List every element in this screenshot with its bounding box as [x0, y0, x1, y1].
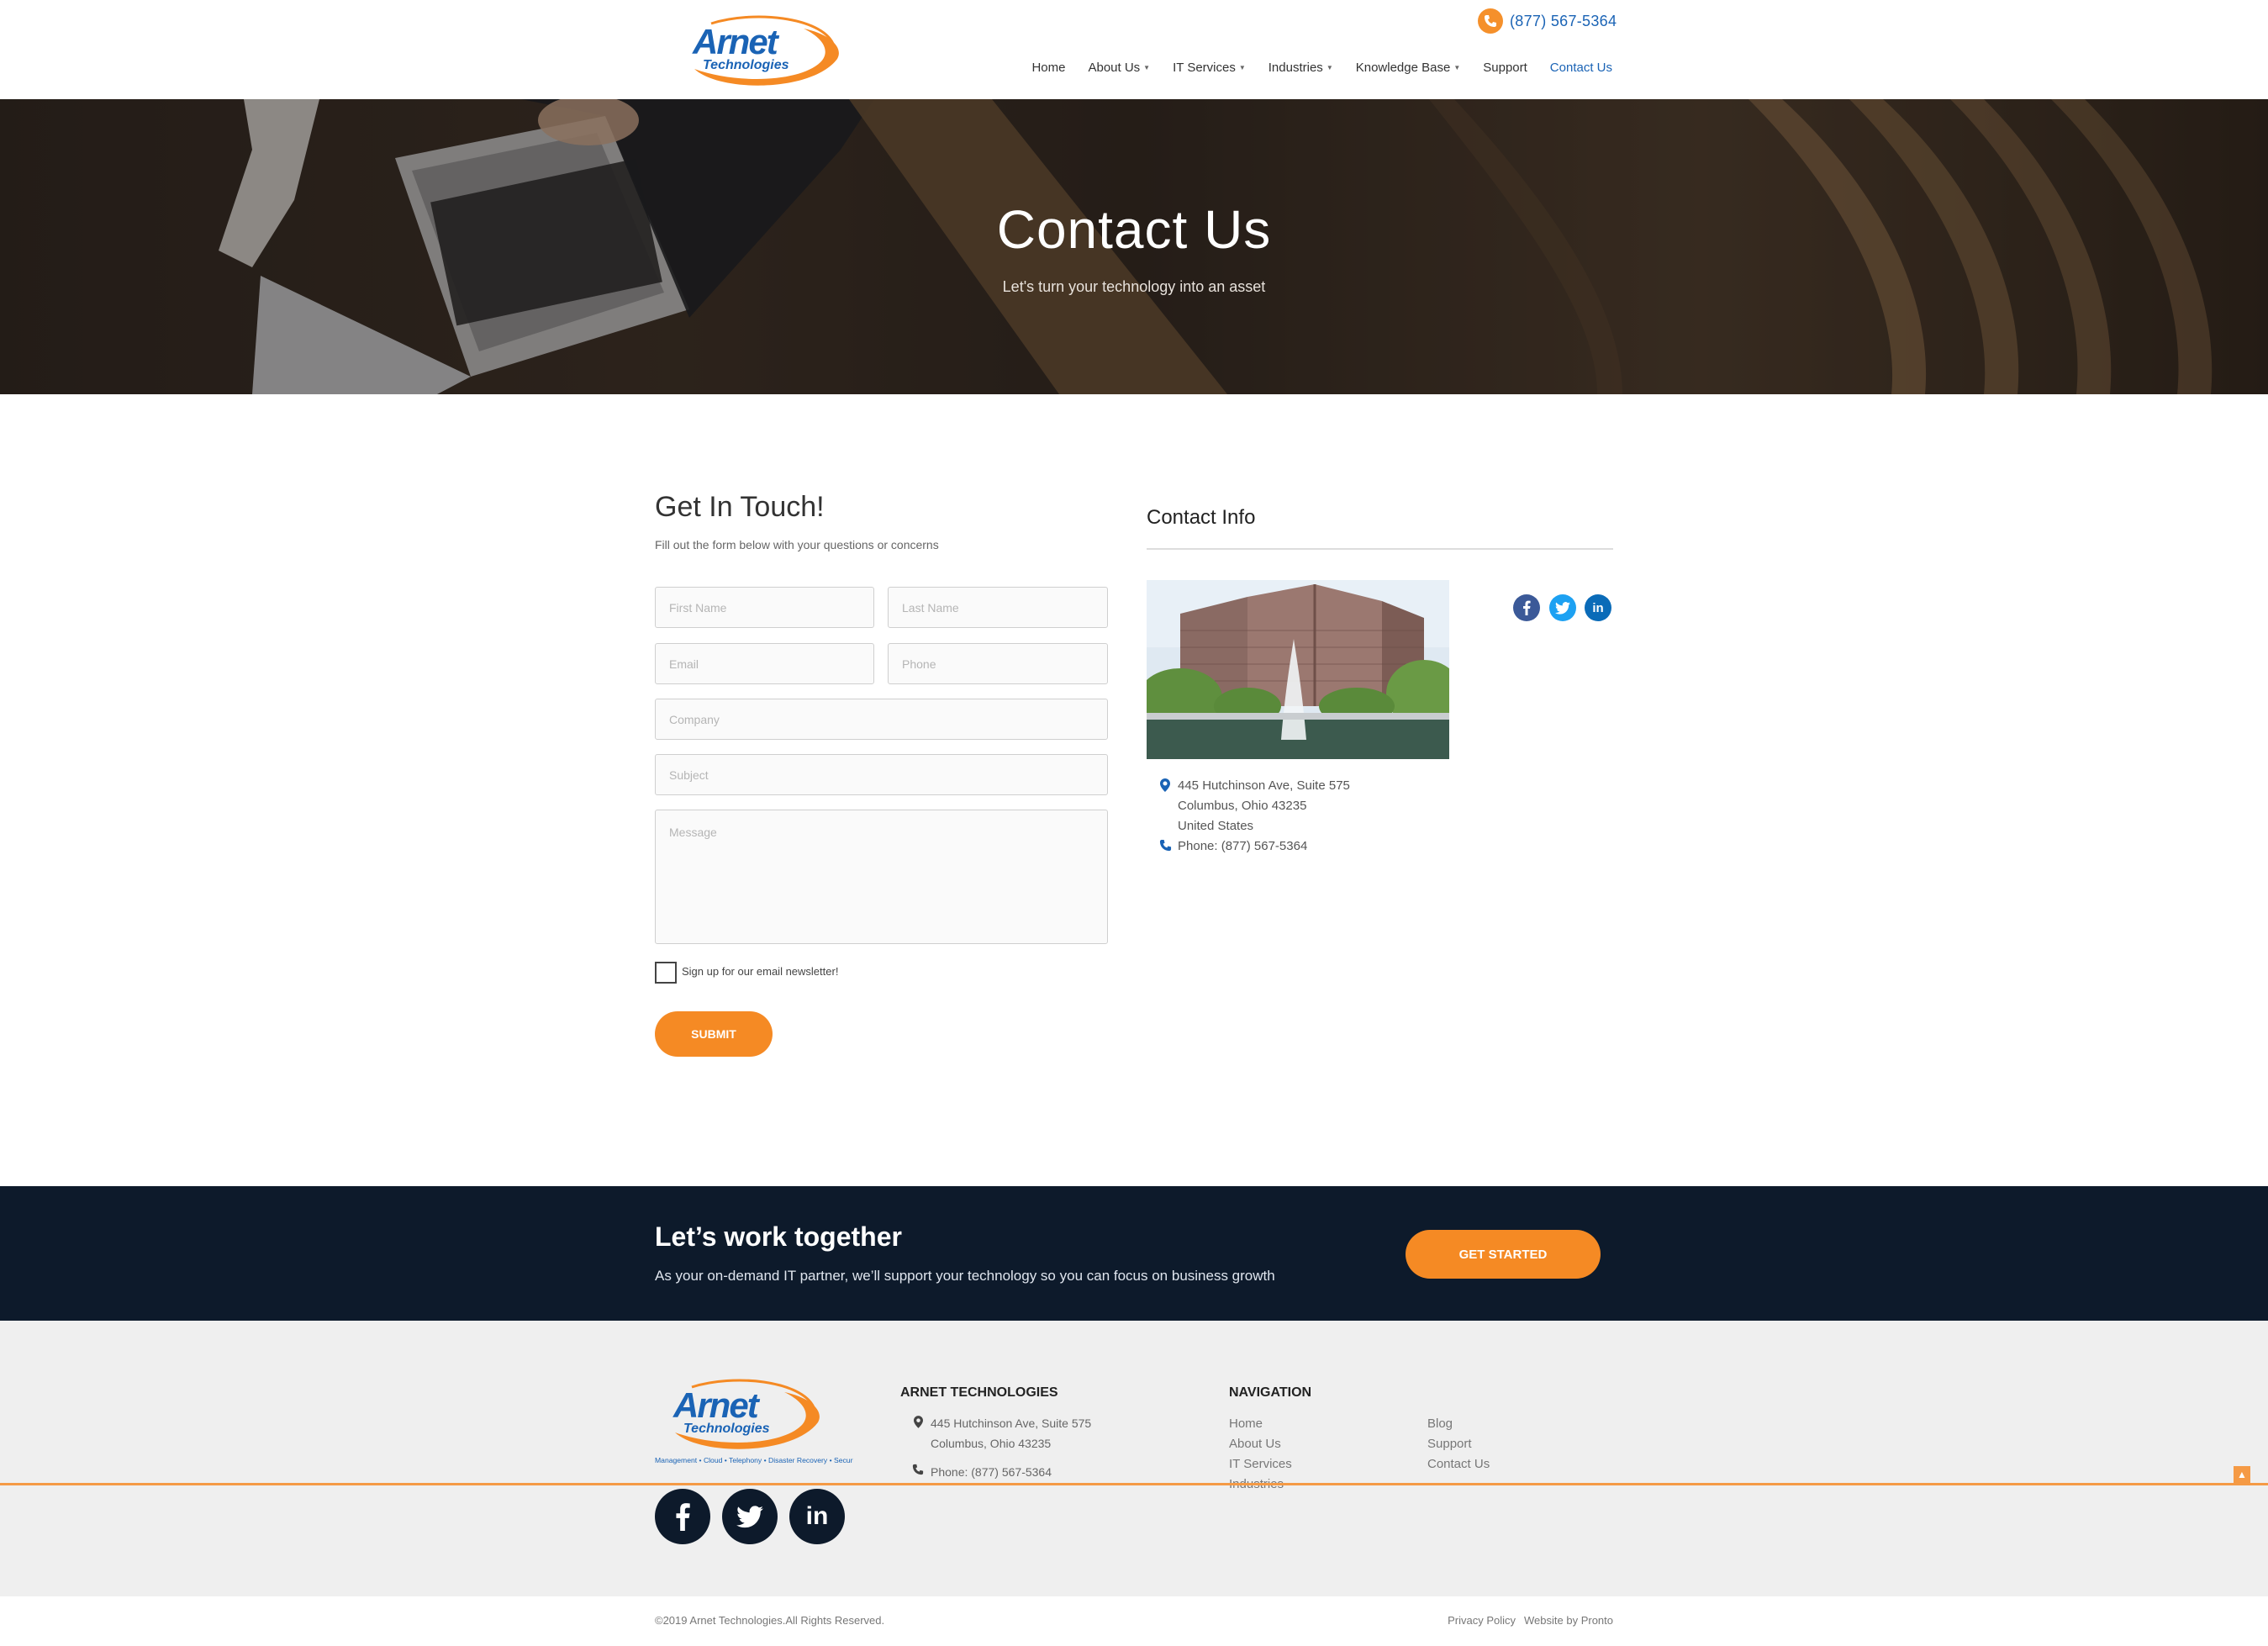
copyright-text: ©2019 Arnet Technologies.All Rights Rese…: [655, 1614, 885, 1627]
nav-item-knowledge-base[interactable]: Knowledge Base ▼: [1356, 61, 1461, 75]
nav-label: Industries: [1268, 61, 1323, 75]
submit-button[interactable]: SUBMIT: [655, 1011, 773, 1057]
newsletter-checkbox[interactable]: [655, 962, 677, 984]
footer-link-blog[interactable]: Blog: [1427, 1417, 1453, 1431]
email-placeholder: Email: [669, 657, 699, 671]
location-pin-icon: [914, 1416, 923, 1432]
message-textarea[interactable]: Message: [655, 810, 1108, 944]
copyright-bar: [0, 1596, 2268, 1646]
message-placeholder: Message: [669, 826, 717, 839]
divider: [1147, 548, 1613, 550]
chevron-down-icon: ▼: [1326, 64, 1333, 71]
linkedin-icon[interactable]: in: [1585, 594, 1611, 621]
chevron-down-icon: ▼: [1453, 64, 1461, 71]
phone-icon: [1159, 839, 1172, 856]
footer-logo-tagline: Management • Cloud • Telephony • Disaste…: [655, 1456, 853, 1464]
header-phone-number[interactable]: (877) 567-5364: [1510, 13, 1617, 30]
nav-item-industries[interactable]: Industries ▼: [1268, 61, 1333, 75]
header-phone[interactable]: (877) 567-5364: [1478, 8, 1617, 34]
site-header: Arnet Technologies (877) 567-5364 Home A…: [0, 0, 2268, 99]
nav-label: IT Services: [1173, 61, 1236, 75]
footer-link-about-us[interactable]: About Us: [1229, 1437, 1281, 1451]
location-pin-icon: [1160, 778, 1170, 796]
contact-address-line3: United States: [1178, 819, 1254, 833]
get-started-button[interactable]: GET STARTED: [1406, 1230, 1601, 1279]
chevron-down-icon: ▼: [1143, 64, 1151, 71]
company-placeholder: Company: [669, 712, 720, 726]
phone-placeholder: Phone: [902, 657, 936, 671]
nav-item-home[interactable]: Home: [1031, 61, 1065, 75]
footer-phone[interactable]: Phone: (877) 567-5364: [931, 1465, 1052, 1479]
subject-field[interactable]: Subject: [655, 754, 1108, 795]
contact-info-title: Contact Info: [1147, 506, 1256, 529]
nav-item-support[interactable]: Support: [1483, 61, 1527, 75]
nav-item-it-services[interactable]: IT Services ▼: [1173, 61, 1246, 75]
form-subtitle: Fill out the form below with your questi…: [655, 538, 939, 551]
footer-address-line2: Columbus, Ohio 43235: [931, 1437, 1052, 1450]
footer-logo-text: Arnet: [672, 1385, 761, 1425]
newsletter-label: Sign up for our email newsletter!: [682, 965, 839, 978]
logo-text: Arnet: [692, 22, 780, 61]
nav-item-contact-us[interactable]: Contact Us: [1550, 61, 1612, 75]
logo-subtext: Technologies: [703, 58, 789, 72]
footer-company-heading: ARNET TECHNOLOGIES: [900, 1385, 1058, 1400]
footer-link-it-services[interactable]: IT Services: [1229, 1457, 1292, 1471]
page-title: Contact Us: [996, 199, 1272, 260]
office-building-photo: [1147, 580, 1449, 759]
cta-banner: Let’s work together As your on-demand IT…: [0, 1186, 2268, 1321]
first-name-field[interactable]: First Name: [655, 587, 874, 628]
nav-label: About Us: [1088, 61, 1141, 75]
bottom-links: Privacy Policy Website by Pronto: [1448, 1614, 1613, 1627]
twitter-icon[interactable]: [722, 1489, 778, 1544]
hero-subtitle: Let's turn your technology into an asset: [1002, 278, 1266, 295]
first-name-placeholder: First Name: [669, 600, 727, 615]
footer-link-support[interactable]: Support: [1427, 1437, 1472, 1451]
footer-logo[interactable]: Arnet Technologies Management • Cloud • …: [655, 1372, 861, 1466]
main-nav: Home About Us ▼ IT Services ▼ Industries ▼ …: [1031, 61, 1612, 75]
chevron-down-icon: ▼: [1238, 64, 1246, 71]
privacy-policy-link[interactable]: Privacy Policy: [1448, 1614, 1516, 1627]
last-name-field[interactable]: Last Name: [888, 587, 1108, 628]
phone-icon: [912, 1464, 924, 1480]
footer-link-contact-us[interactable]: Contact Us: [1427, 1457, 1490, 1471]
footer-logo-subtext: Technologies: [683, 1422, 770, 1436]
sticky-divider: [0, 1483, 2268, 1485]
footer-link-home[interactable]: Home: [1229, 1417, 1263, 1431]
facebook-icon[interactable]: [1513, 594, 1540, 621]
cta-title: Let’s work together: [655, 1221, 902, 1252]
twitter-icon[interactable]: [1549, 594, 1576, 621]
form-title: Get In Touch!: [655, 491, 825, 523]
facebook-icon[interactable]: [655, 1489, 710, 1544]
linkedin-icon[interactable]: in: [789, 1489, 845, 1544]
phone-field[interactable]: Phone: [888, 643, 1108, 684]
email-field[interactable]: Email: [655, 643, 874, 684]
contact-address-line2: Columbus, Ohio 43235: [1178, 799, 1307, 813]
contact-phone[interactable]: Phone: (877) 567-5364: [1178, 839, 1307, 853]
site-footer: [0, 1321, 2268, 1596]
company-field[interactable]: Company: [655, 699, 1108, 740]
last-name-placeholder: Last Name: [902, 600, 959, 615]
nav-label: Support: [1483, 61, 1527, 75]
nav-label: Knowledge Base: [1355, 61, 1451, 75]
footer-address-line1: 445 Hutchinson Ave, Suite 575: [931, 1417, 1092, 1430]
arnet-logo[interactable]: Arnet Technologies: [686, 10, 842, 92]
contact-address-line1: 445 Hutchinson Ave, Suite 575: [1178, 778, 1350, 793]
scroll-to-top-button[interactable]: ▲: [2234, 1466, 2250, 1483]
nav-label: Home: [1031, 61, 1066, 75]
nav-item-about-us[interactable]: About Us ▼: [1088, 61, 1150, 75]
cta-subtitle: As your on-demand IT partner, we’ll supp…: [655, 1268, 1275, 1284]
subject-placeholder: Subject: [669, 768, 709, 782]
website-credit-link[interactable]: Website by Pronto: [1524, 1614, 1613, 1627]
phone-icon: [1478, 8, 1503, 34]
footer-nav-heading: NAVIGATION: [1229, 1385, 1312, 1400]
nav-label: Contact Us: [1549, 61, 1612, 75]
